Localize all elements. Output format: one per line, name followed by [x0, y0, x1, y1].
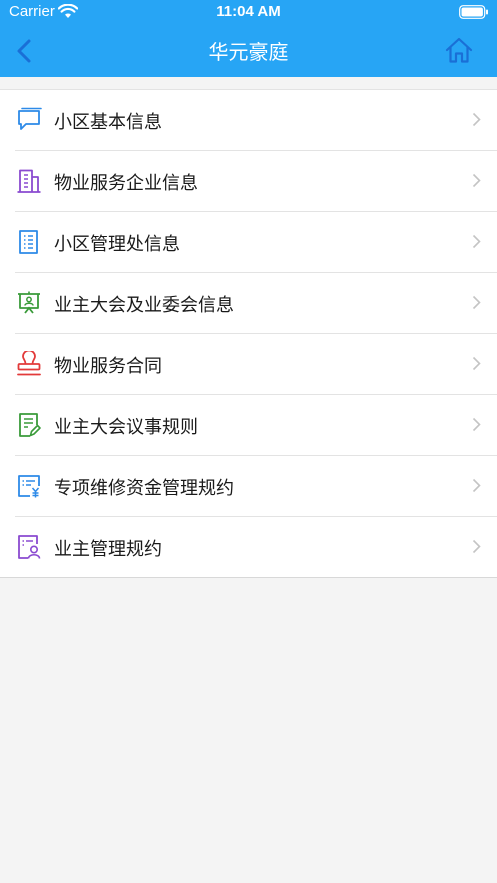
chat-icon: [18, 107, 42, 130]
menu-item-label: 小区基本信息: [54, 112, 162, 133]
navigation-header: Carrier 11:04 AM 华元豪庭: [0, 0, 497, 77]
user-document-icon: [18, 535, 41, 559]
menu-item-label: 业主大会议事规则: [54, 417, 198, 438]
menu-item-label: 小区管理处信息: [54, 234, 180, 255]
home-button[interactable]: [445, 36, 473, 64]
fund-document-icon: [18, 475, 40, 498]
menu-item-label: 物业服务企业信息: [54, 173, 198, 194]
page-title: 华元豪庭: [208, 40, 289, 64]
menu-item-owner-management-rules[interactable]: 业主管理规约: [0, 517, 497, 577]
menu-item-owners-assembly-rules[interactable]: 业主大会议事规则: [0, 395, 497, 456]
presentation-board-icon: [18, 291, 40, 314]
chevron-right-icon: [472, 539, 481, 554]
chevron-right-icon: [472, 356, 481, 371]
menu-item-label: 业主管理规约: [54, 539, 162, 560]
building-icon: [17, 169, 41, 193]
menu-item-management-office-info[interactable]: 小区管理处信息: [0, 212, 497, 273]
info-menu-list: 小区基本信息 物业服务企业信息 小区管理处信息 业主大会及业委会信息 物业服务合…: [0, 89, 497, 578]
chevron-right-icon: [472, 295, 481, 310]
chevron-right-icon: [472, 112, 481, 127]
chevron-right-icon: [472, 173, 481, 188]
menu-item-label: 专项维修资金管理规约: [54, 478, 234, 499]
chevron-right-icon: [472, 417, 481, 432]
menu-item-label: 物业服务合同: [54, 356, 162, 377]
stamp-icon: [17, 351, 41, 376]
menu-item-property-company-info[interactable]: 物业服务企业信息: [0, 151, 497, 212]
document-edit-icon: [19, 413, 41, 437]
list-document-icon: [19, 230, 38, 254]
chevron-right-icon: [472, 234, 481, 249]
battery-icon: [459, 5, 488, 19]
chevron-right-icon: [472, 478, 481, 493]
menu-item-property-service-contract[interactable]: 物业服务合同: [0, 334, 497, 395]
status-bar: Carrier 11:04 AM: [0, 0, 497, 26]
menu-item-owners-assembly-info[interactable]: 业主大会及业委会信息: [0, 273, 497, 334]
clock: 11:04 AM: [216, 3, 281, 20]
menu-item-label: 业主大会及业委会信息: [54, 295, 234, 316]
menu-item-community-basic-info[interactable]: 小区基本信息: [0, 90, 497, 151]
menu-item-maintenance-fund-rules[interactable]: 专项维修资金管理规约: [0, 456, 497, 517]
